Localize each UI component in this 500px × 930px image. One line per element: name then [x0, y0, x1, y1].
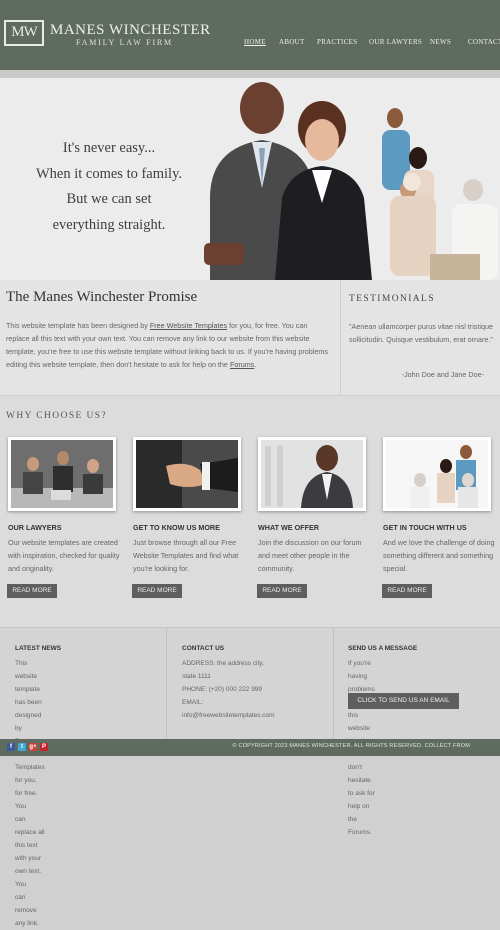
card-what-we-offer: WHAT WE OFFER Join the discussion on our…	[258, 437, 376, 575]
free-templates-link[interactable]: Free Website Templates	[150, 321, 227, 330]
card-title: GET IN TOUCH WITH US	[383, 523, 467, 532]
site-header: MW MANES WINCHESTER FAMILY LAW FIRM HOME…	[0, 0, 500, 70]
google-plus-icon[interactable]: g+	[29, 743, 37, 751]
send-message-title: SEND US A MESSAGE	[348, 645, 418, 652]
card-title: GET TO KNOW US MORE	[133, 523, 220, 532]
testimonial-quote: "Aenean ullamcorper purus vitae nisl tri…	[349, 322, 493, 344]
card-text: Join the discussion on our forum and mee…	[258, 538, 362, 573]
family-photo-icon[interactable]	[383, 437, 491, 511]
nav-practices[interactable]: PRACTICES	[317, 38, 357, 46]
footer-divider	[333, 628, 334, 740]
testimonial-author: -John Doe and Jane Doe-	[401, 370, 484, 379]
latest-news-text: This website template has been designed …	[15, 660, 45, 927]
hero-line: When it comes to family.	[35, 165, 183, 182]
hero-line: It's never easy...	[62, 140, 156, 156]
hero-text: It's never easy... When it comes to fami…	[20, 136, 198, 238]
nav-about[interactable]: ABOUT	[279, 38, 305, 46]
why-choose-us-section: WHY CHOOSE US? OUR LAWYERS Our website t…	[0, 395, 500, 627]
contact-info: ADDRESS: the address city, state 1111 PH…	[182, 660, 275, 719]
nav-news[interactable]: NEWS	[430, 38, 451, 46]
send-email-button[interactable]: CLICK TO SEND US AN EMAIL	[348, 693, 459, 709]
nav-our-lawyers[interactable]: OUR LAWYERS	[369, 38, 422, 46]
card-text: Just browse through all our Free Website…	[133, 538, 239, 573]
footer-divider	[166, 628, 167, 740]
pinterest-icon[interactable]: P	[40, 743, 48, 751]
logo-name[interactable]: MANES WINCHESTER	[50, 22, 211, 39]
promise-section: The Manes Winchester Promise This websit…	[0, 280, 340, 395]
card-text: And we love the challenge of doing somet…	[383, 538, 495, 573]
read-more-button[interactable]: READ MORE	[382, 584, 432, 598]
facebook-icon[interactable]: f	[7, 743, 15, 751]
testimonials-section: TESTIMONIALS "Aenean ullamcorper purus v…	[340, 280, 500, 395]
hero-banner: It's never easy... When it comes to fami…	[0, 70, 500, 280]
contact-title: CONTACT US	[182, 645, 225, 652]
lawyer-portrait-photo-icon[interactable]	[258, 437, 366, 511]
read-more-button[interactable]: READ MORE	[257, 584, 307, 598]
nav-contact[interactable]: CONTACT	[468, 38, 500, 46]
twitter-icon[interactable]: t	[18, 743, 26, 751]
promise-title: The Manes Winchester Promise	[6, 289, 198, 305]
card-title: WHAT WE OFFER	[258, 523, 319, 532]
main-nav: HOME ABOUT PRACTICES OUR LAWYERS NEWS CO…	[0, 38, 500, 48]
card-get-in-touch: GET IN TOUCH WITH US And we love the cha…	[383, 437, 500, 575]
card-our-lawyers: OUR LAWYERS Our website templates are cr…	[8, 437, 126, 575]
card-text: Our website templates are created with i…	[8, 538, 120, 573]
why-title: WHY CHOOSE US?	[6, 411, 108, 421]
lawyers-meeting-photo-icon[interactable]	[8, 437, 116, 511]
hero-line: everything straight.	[52, 216, 166, 233]
email-link[interactable]: EMAIL: info@freewebsitetemplates.com	[182, 699, 275, 719]
handshake-photo-icon[interactable]	[133, 437, 241, 511]
copyright-text: © COPYRIGHT 2023 MANES WINCHESTER. ALL R…	[232, 743, 470, 749]
forums-link[interactable]: Forums	[230, 360, 254, 369]
promise-text: This website template has been designed …	[6, 321, 328, 369]
card-title: OUR LAWYERS	[8, 523, 62, 532]
hero-line: But we can set	[66, 191, 152, 207]
card-get-to-know-us: GET TO KNOW US MORE Just browse through …	[133, 437, 251, 575]
nav-home[interactable]: HOME	[244, 38, 266, 46]
read-more-button[interactable]: READ MORE	[7, 584, 57, 598]
hero-people-image	[204, 82, 498, 280]
site-footer: LATEST NEWS This website template has be…	[0, 627, 500, 927]
latest-news-title: LATEST NEWS	[15, 645, 62, 652]
testimonials-title: TESTIMONIALS	[349, 294, 435, 304]
bottom-bar: f t g+ P © COPYRIGHT 2023 MANES WINCHEST…	[0, 739, 500, 756]
read-more-button[interactable]: READ MORE	[132, 584, 182, 598]
